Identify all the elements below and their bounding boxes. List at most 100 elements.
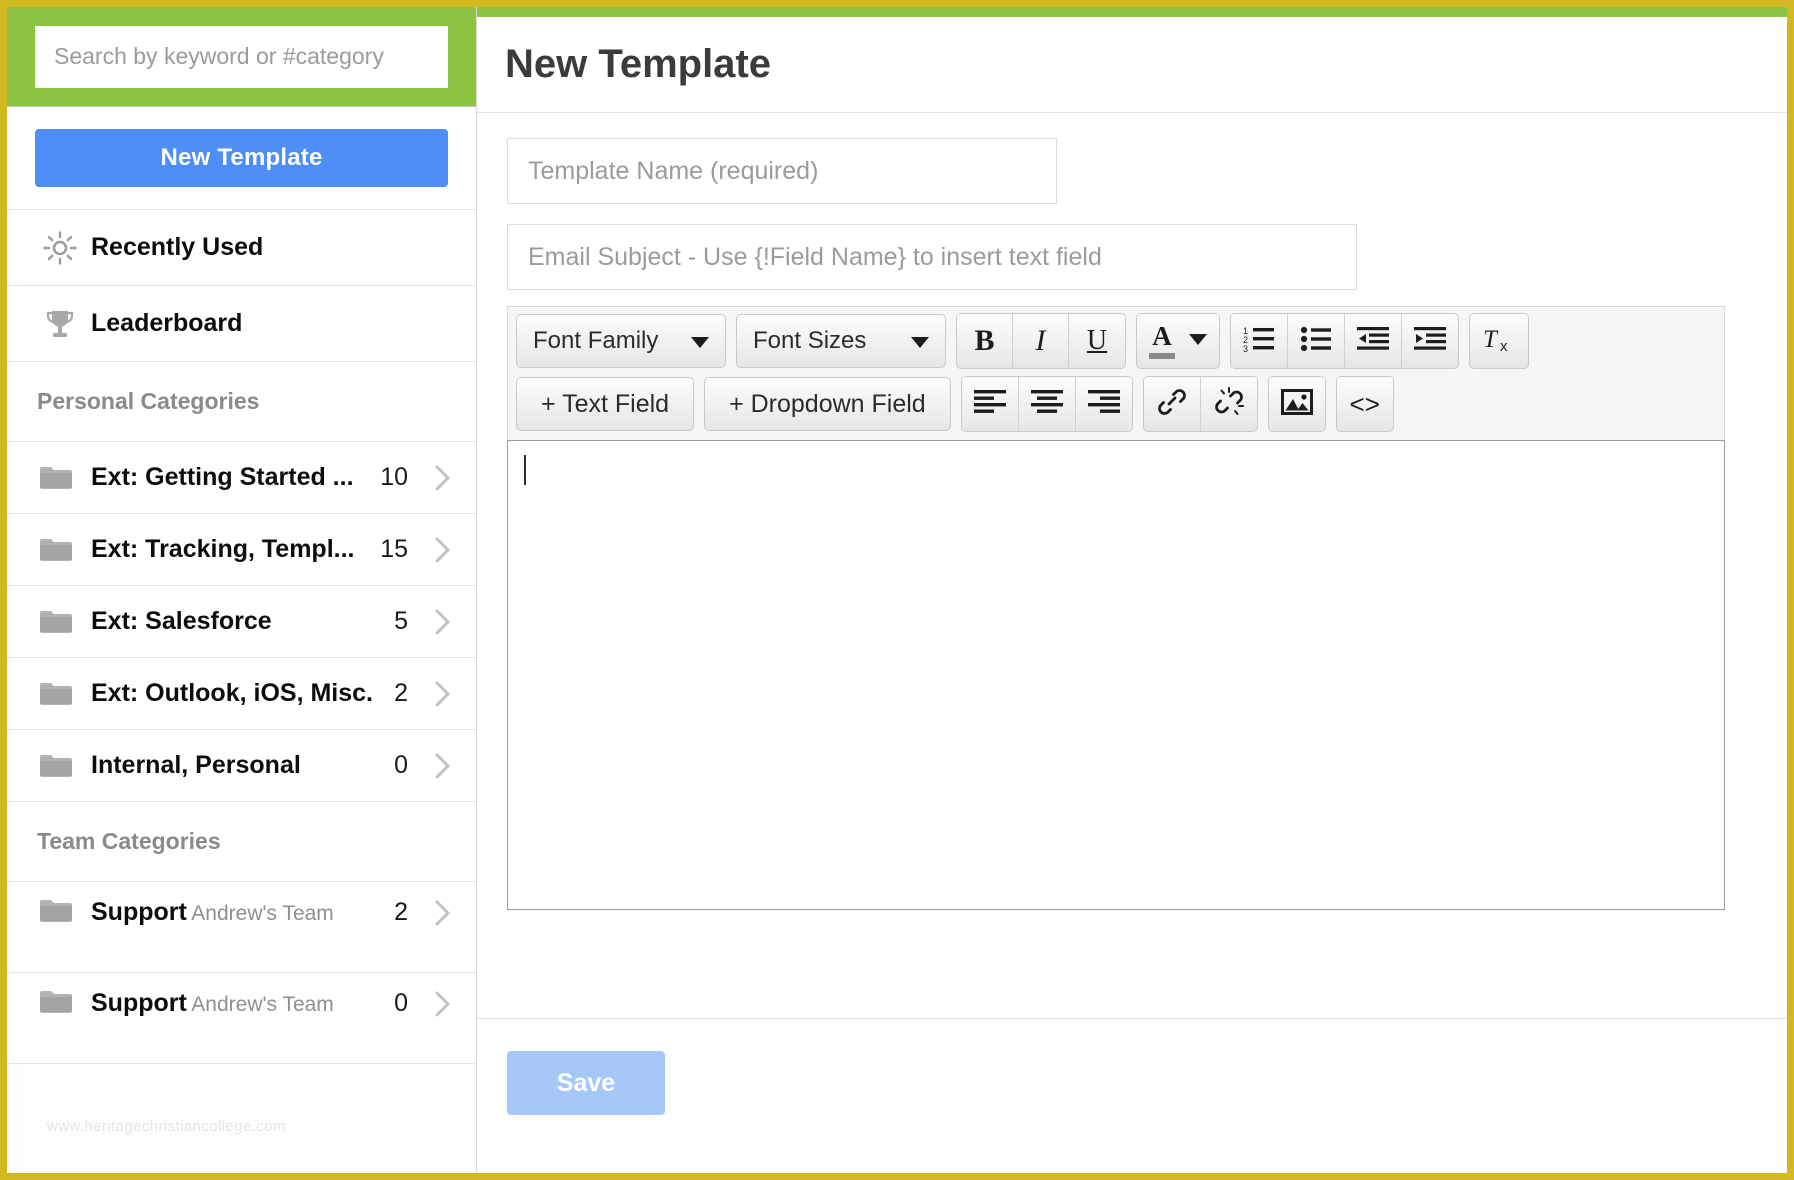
toolbar-row-1: Font Family Font Sizes B I U A 1 2 3 T x — [516, 313, 1716, 369]
underline-icon: U — [1086, 325, 1108, 356]
rich-text-editor[interactable] — [507, 440, 1725, 910]
category-row[interactable]: Ext: Salesforce 5 — [7, 586, 476, 658]
insert-image-button[interactable] — [1268, 377, 1325, 431]
category-team-name: Andrew's Team — [191, 902, 334, 925]
source-code-button[interactable]: <> — [1336, 377, 1393, 431]
category-row[interactable]: Support Andrew's Team 0 — [7, 973, 476, 1064]
main-content: Font Family Font Sizes B — [477, 113, 1787, 992]
category-row[interactable]: Internal, Personal 0 — [7, 730, 476, 802]
add-dropdown-field-button[interactable]: + Dropdown Field — [704, 377, 951, 431]
bold-button[interactable]: B — [957, 314, 1013, 368]
category-text: Ext: Getting Started ... — [91, 463, 380, 492]
category-count: 10 — [380, 463, 408, 491]
category-row[interactable]: Ext: Getting Started ... 10 — [7, 442, 476, 514]
template-name-input[interactable] — [507, 138, 1057, 204]
unlink-icon — [1213, 386, 1245, 422]
category-text: Support Andrew's Team — [91, 898, 394, 927]
remove-link-button[interactable] — [1200, 377, 1257, 431]
category-count: 2 — [394, 898, 408, 926]
category-text: Support Andrew's Team — [91, 989, 394, 1018]
folder-icon — [39, 681, 79, 707]
category-name: Support — [91, 898, 187, 926]
text-color-button[interactable]: A — [1137, 314, 1219, 368]
unordered-list-button[interactable] — [1288, 314, 1345, 368]
toolbar-row-2: + Text Field + Dropdown Field <> — [516, 376, 1716, 432]
chevron-right-icon — [434, 989, 454, 1019]
sidebar: New Template — [7, 7, 477, 1173]
folder-icon — [39, 898, 79, 924]
chevron-right-icon — [434, 607, 454, 637]
align-left-button[interactable] — [961, 377, 1019, 431]
save-button[interactable]: Save — [507, 1051, 665, 1115]
sidebar-scroll[interactable]: New Template Recently Used Leaderboard P… — [7, 107, 476, 1173]
font-size-select[interactable]: Font Sizes — [736, 314, 946, 368]
list-indent-group: 1 2 3 — [1230, 313, 1459, 369]
category-name: Ext: Outlook, iOS, Misc. — [91, 679, 373, 707]
folder-icon — [39, 609, 79, 635]
category-row[interactable]: Support Andrew's Team 2 — [7, 882, 476, 973]
category-count: 15 — [380, 535, 408, 563]
unordered-list-icon — [1300, 325, 1332, 358]
category-row[interactable]: Ext: Tracking, Templ... 15 — [7, 514, 476, 586]
category-name: Internal, Personal — [91, 751, 301, 779]
chevron-down-icon — [691, 327, 709, 355]
personal-categories-heading: Personal Categories — [7, 362, 476, 442]
underline-button[interactable]: U — [1069, 314, 1125, 368]
outdent-icon — [1357, 326, 1389, 357]
chevron-right-icon — [434, 535, 454, 565]
align-center-icon — [1030, 389, 1063, 420]
font-family-select[interactable]: Font Family — [516, 314, 726, 368]
add-text-field-button[interactable]: + Text Field — [516, 377, 695, 431]
svg-text:T: T — [1483, 326, 1499, 353]
chevron-right-icon — [434, 751, 454, 781]
indent-button[interactable] — [1402, 314, 1458, 368]
category-row[interactable]: Ext: Outlook, iOS, Misc. 2 — [7, 658, 476, 730]
text-caret — [524, 455, 526, 485]
sidebar-item-recently-used[interactable]: Recently Used — [7, 210, 476, 286]
clear-formatting-button[interactable]: T x — [1470, 314, 1528, 368]
category-name: Ext: Getting Started ... — [91, 463, 354, 491]
folder-icon — [39, 753, 79, 779]
app-window: New Template — [0, 0, 1794, 1180]
main-header: New Template — [477, 17, 1787, 113]
link-icon — [1156, 387, 1188, 422]
new-template-button[interactable]: New Template — [35, 129, 448, 187]
category-count: 2 — [394, 679, 408, 707]
insert-link-button[interactable] — [1143, 377, 1201, 431]
new-template-wrap: New Template — [7, 107, 476, 210]
folder-icon — [39, 537, 79, 563]
ordered-list-icon: 1 2 3 — [1243, 325, 1275, 358]
category-name: Support — [91, 989, 187, 1017]
chevron-down-icon — [911, 327, 929, 355]
text-color-icon: A — [1149, 323, 1175, 359]
image-group — [1267, 376, 1326, 432]
folder-icon — [39, 465, 79, 491]
align-right-icon — [1087, 389, 1120, 420]
editor-toolbar: Font Family Font Sizes B I U A 1 2 3 T x… — [507, 306, 1725, 440]
source-code-group: <> — [1335, 376, 1394, 432]
category-text: Ext: Outlook, iOS, Misc. — [91, 679, 394, 708]
svg-text:3: 3 — [1243, 344, 1248, 353]
green-accent-bar — [477, 7, 1787, 17]
category-count: 5 — [394, 607, 408, 635]
ordered-list-button[interactable]: 1 2 3 — [1231, 314, 1288, 368]
app-body: New Template — [7, 7, 1787, 1173]
text-style-group: B I U — [956, 313, 1126, 369]
folder-icon — [39, 989, 79, 1015]
chevron-down-icon — [1189, 332, 1207, 350]
outdent-button[interactable] — [1345, 314, 1402, 368]
search-header — [7, 7, 476, 107]
italic-button[interactable]: I — [1013, 314, 1069, 368]
link-group — [1142, 376, 1258, 432]
trophy-icon — [39, 308, 81, 340]
sidebar-item-leaderboard[interactable]: Leaderboard — [7, 286, 476, 362]
email-subject-input[interactable] — [507, 224, 1357, 290]
chevron-right-icon — [434, 463, 454, 493]
align-right-button[interactable] — [1075, 377, 1132, 431]
align-left-icon — [973, 389, 1006, 420]
main-panel: New Template Font Family Font Sizes — [477, 7, 1787, 1173]
indent-icon — [1414, 326, 1446, 357]
search-input[interactable] — [35, 25, 448, 88]
align-center-button[interactable] — [1018, 377, 1076, 431]
italic-icon: I — [1035, 324, 1046, 357]
